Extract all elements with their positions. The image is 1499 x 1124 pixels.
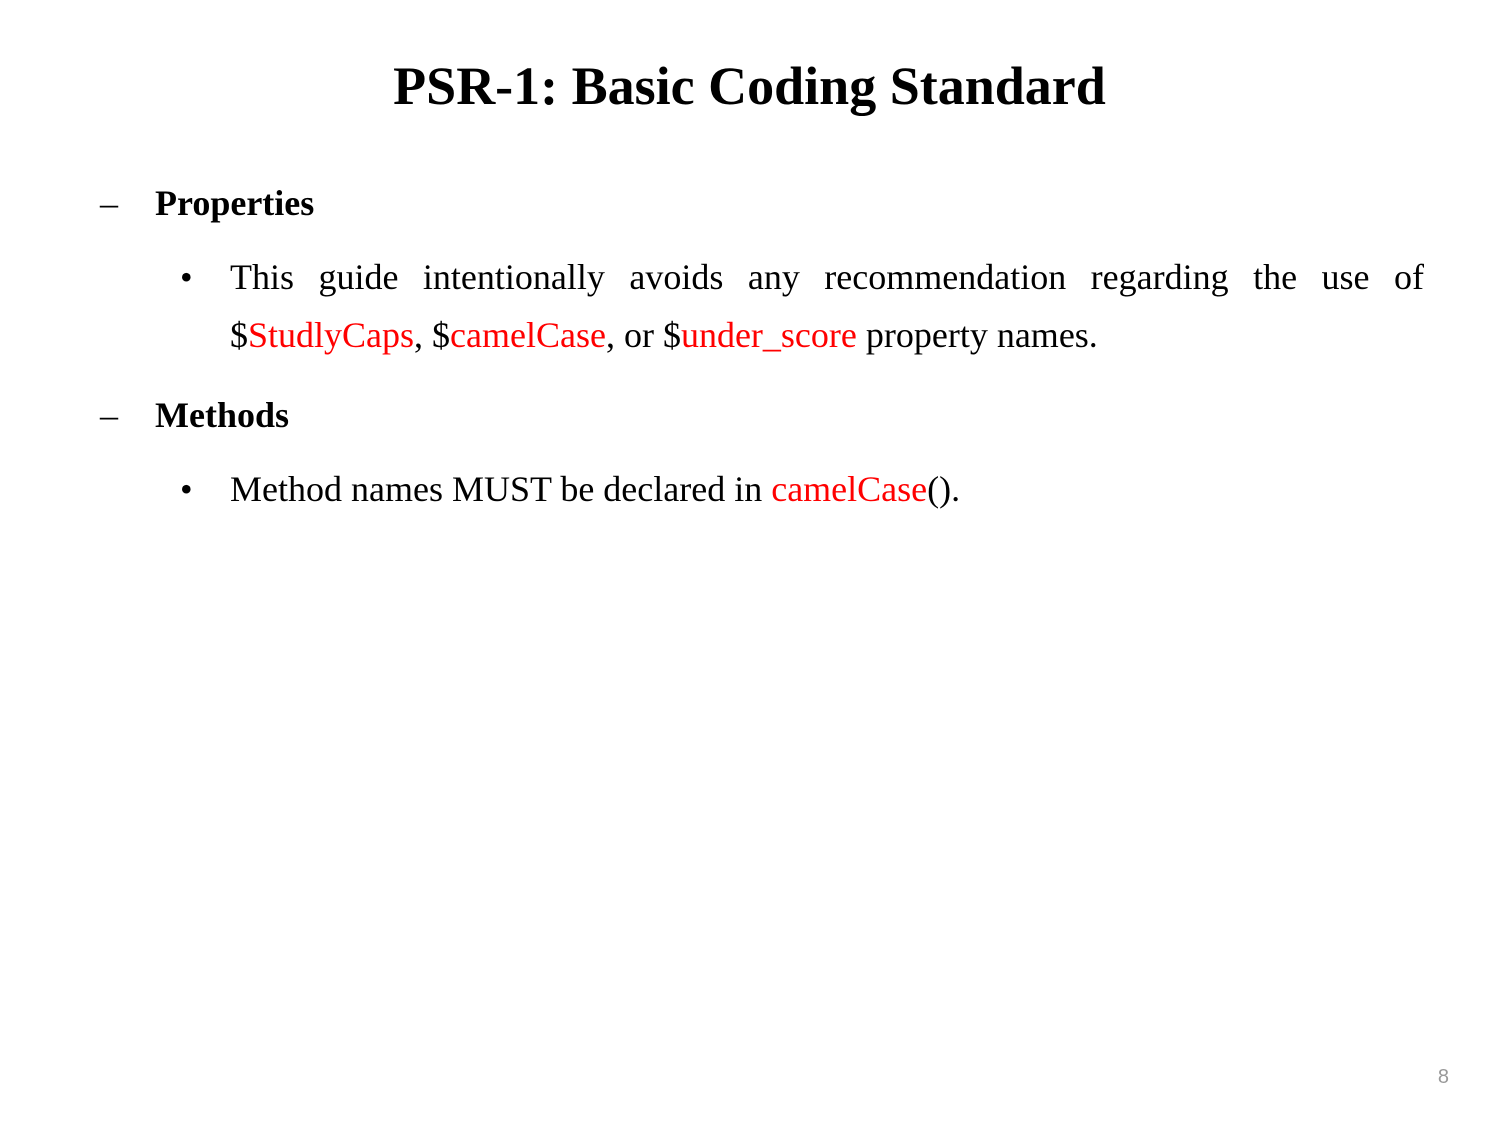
section-heading-label: Properties xyxy=(155,182,314,224)
highlighted-text: camelCase xyxy=(450,315,606,355)
dash-bullet-icon: – xyxy=(100,182,155,224)
slide-content: –Properties•This guide intentionally avo… xyxy=(100,182,1424,519)
bullet-item: •This guide intentionally avoids any rec… xyxy=(180,249,1424,364)
bullet-dot-icon: • xyxy=(180,249,230,307)
plain-text: property names. xyxy=(857,315,1098,355)
section-heading: –Properties xyxy=(100,182,1424,224)
plain-text: (). xyxy=(927,469,960,509)
slide-title: PSR-1: Basic Coding Standard xyxy=(75,55,1424,117)
bullet-text: Method names MUST be declared in camelCa… xyxy=(230,461,1424,519)
highlighted-text: camelCase xyxy=(771,469,927,509)
dash-bullet-icon: – xyxy=(100,394,155,436)
bullet-dot-icon: • xyxy=(180,461,230,519)
highlighted-text: under_score xyxy=(681,315,857,355)
bullet-text: This guide intentionally avoids any reco… xyxy=(230,249,1424,364)
bullet-item: •Method names MUST be declared in camelC… xyxy=(180,461,1424,519)
plain-text: , $ xyxy=(414,315,450,355)
page-number: 8 xyxy=(1438,1066,1449,1089)
plain-text: , or $ xyxy=(606,315,681,355)
section-heading: –Methods xyxy=(100,394,1424,436)
section-heading-label: Methods xyxy=(155,394,289,436)
highlighted-text: StudlyCaps xyxy=(248,315,414,355)
plain-text: Method names MUST be declared in xyxy=(230,469,771,509)
